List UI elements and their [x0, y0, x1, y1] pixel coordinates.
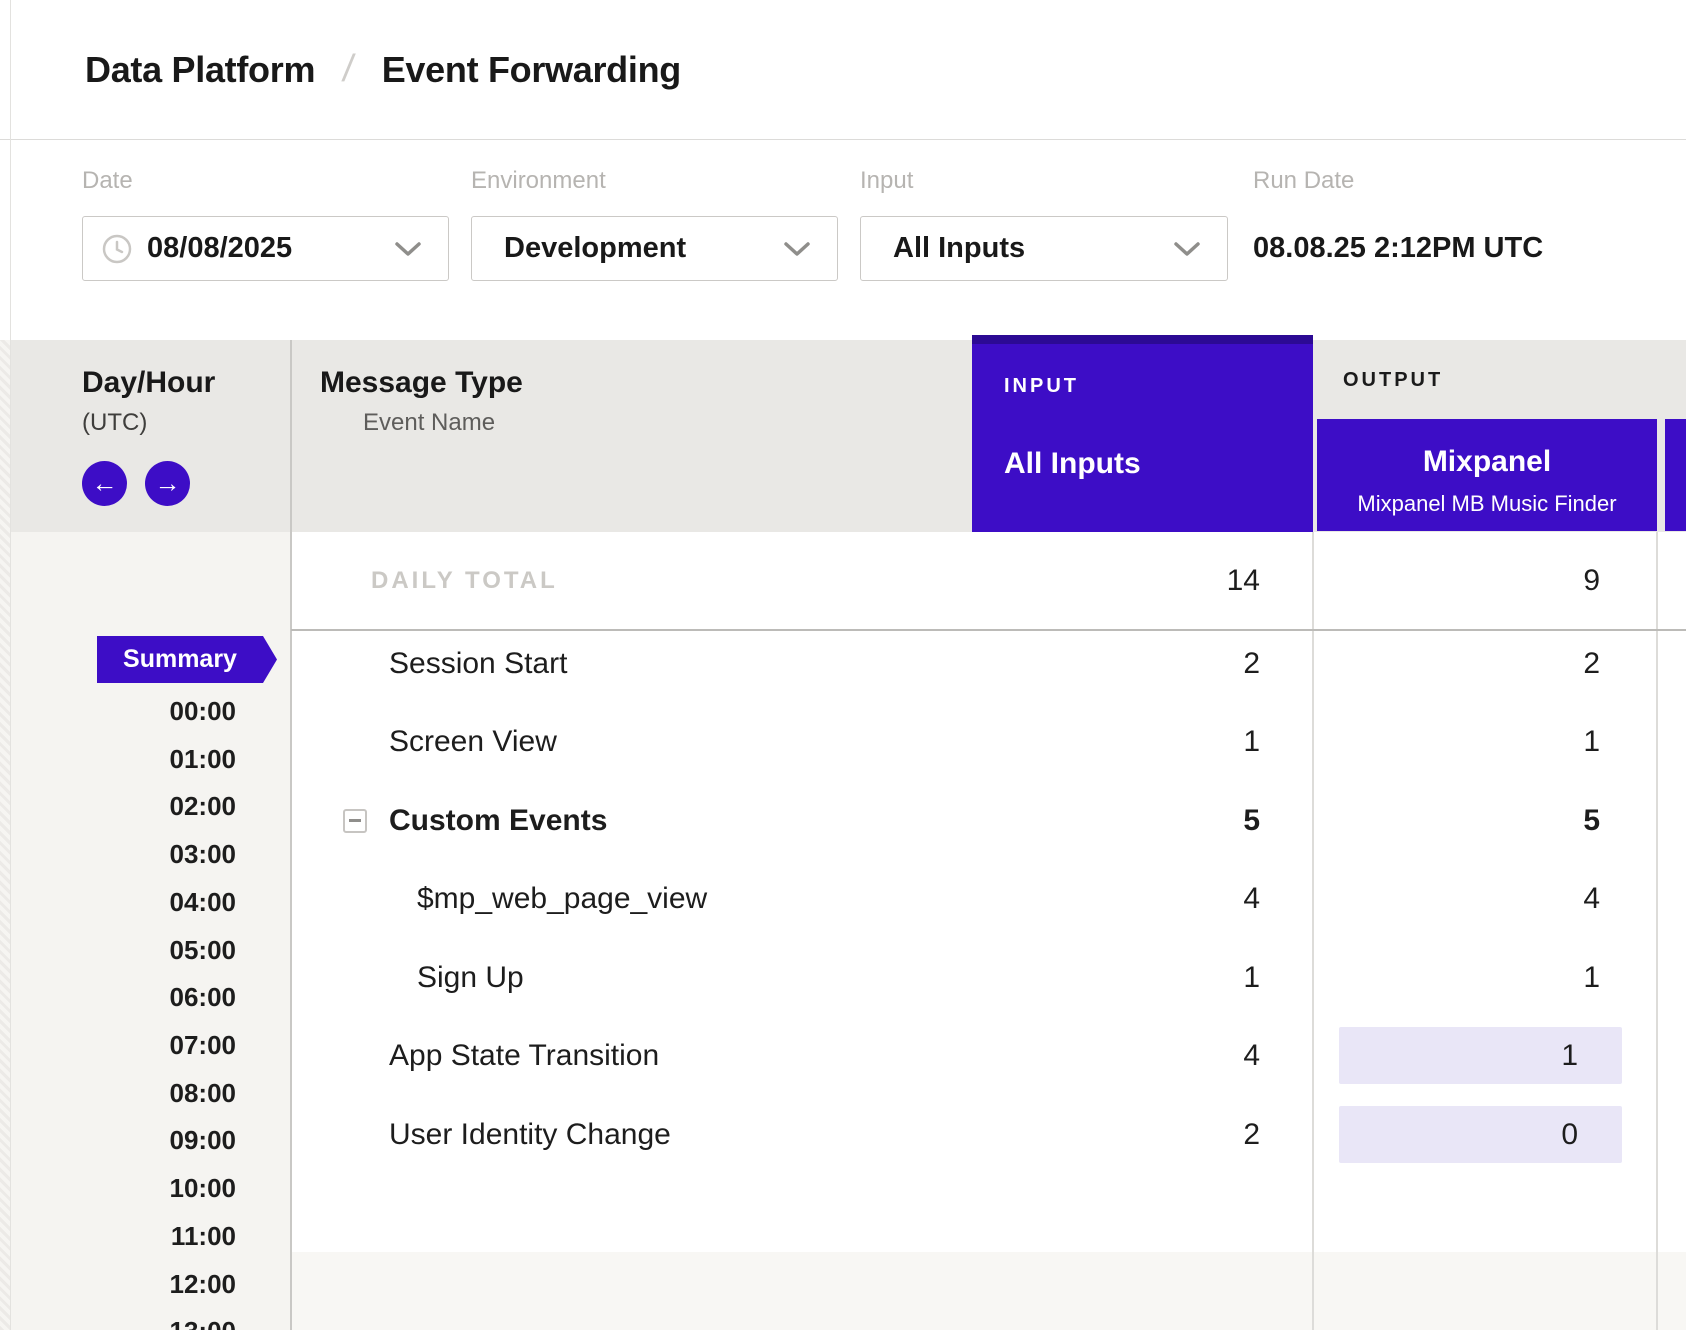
- chevron-down-icon: [1173, 241, 1201, 257]
- daily-total-label: DAILY TOTAL: [371, 567, 558, 595]
- hour-label[interactable]: 12:00: [11, 1264, 236, 1304]
- chevron-down-icon: [394, 241, 422, 257]
- mixpanel-column-header[interactable]: Mixpanel Mixpanel MB Music Finder: [1317, 419, 1657, 531]
- hour-label[interactable]: 04:00: [11, 882, 236, 922]
- breadcrumb-page-title: Event Forwarding: [382, 49, 681, 91]
- hour-label[interactable]: 01:00: [11, 739, 236, 779]
- input-column-top-strip: [972, 335, 1313, 344]
- breadcrumb-section-link[interactable]: Data Platform: [85, 49, 315, 91]
- arrow-right-icon: →: [155, 468, 181, 499]
- input-cell-value: 2: [972, 1118, 1260, 1152]
- utc-label: (UTC): [82, 409, 147, 437]
- row-label: User Identity Change: [389, 1118, 671, 1152]
- input-cell-value: 2: [972, 647, 1260, 681]
- row-label: App State Transition: [389, 1039, 659, 1073]
- hour-label[interactable]: 02:00: [11, 786, 236, 826]
- chevron-down-icon: [783, 241, 811, 257]
- table-row: Sign Up 1 1: [291, 939, 1686, 1017]
- run-date-value: 08.08.25 2:12PM UTC: [1253, 232, 1543, 265]
- input-column-header[interactable]: INPUT All Inputs: [972, 335, 1313, 532]
- row-label: Session Start: [389, 647, 567, 681]
- table-row: $mp_web_page_view 4 4: [291, 860, 1686, 938]
- mixpanel-column-name: Mixpanel: [1317, 445, 1657, 479]
- prev-day-button[interactable]: ←: [82, 461, 127, 506]
- output-cell-value: 4: [1317, 882, 1600, 916]
- table-row: Session Start 2 2: [291, 625, 1686, 703]
- input-filter-value: All Inputs: [893, 232, 1025, 265]
- environment-filter-dropdown[interactable]: Development: [471, 216, 838, 281]
- table-row: Screen View 1 1: [291, 703, 1686, 781]
- date-filter-label: Date: [82, 167, 133, 195]
- row-label: $mp_web_page_view: [417, 882, 707, 916]
- run-date-label: Run Date: [1253, 167, 1354, 195]
- event-name-subheader: Event Name: [363, 409, 495, 437]
- hour-label[interactable]: 06:00: [11, 977, 236, 1017]
- table-row: App State Transition 4 1: [291, 1017, 1686, 1095]
- breadcrumb: Data Platform / Event Forwarding: [85, 0, 681, 139]
- row-label: Custom Events: [389, 804, 607, 838]
- hour-label[interactable]: 13:00: [11, 1311, 236, 1330]
- table-row: User Identity Change 2 0: [291, 1096, 1686, 1174]
- environment-filter-value: Development: [504, 232, 686, 265]
- date-filter-dropdown[interactable]: 08/08/2025: [82, 216, 449, 281]
- row-label: Sign Up: [417, 961, 524, 995]
- message-type-header: Message Type: [320, 366, 523, 400]
- hour-label[interactable]: 11:00: [11, 1216, 236, 1256]
- environment-filter-label: Environment: [471, 167, 606, 195]
- summary-badge[interactable]: Summary: [97, 636, 277, 683]
- collapse-toggle-minus-icon[interactable]: [343, 809, 367, 833]
- output-cell-value: 0: [1317, 1118, 1578, 1152]
- output-section-label: OUTPUT: [1343, 369, 1443, 392]
- hour-label[interactable]: 05:00: [11, 930, 236, 970]
- arrow-left-icon: ←: [92, 468, 118, 499]
- date-filter-value: 08/08/2025: [147, 232, 292, 265]
- input-column-name: All Inputs: [1004, 447, 1141, 481]
- event-forwarding-screen: Data Platform / Event Forwarding Date En…: [0, 0, 1686, 1330]
- input-cell-value: 4: [972, 1039, 1260, 1073]
- left-hatch-strip: [0, 340, 10, 1330]
- input-cell-value: 1: [972, 961, 1260, 995]
- output-cell-value: 1: [1317, 961, 1600, 995]
- breadcrumb-separator: /: [340, 48, 357, 91]
- hour-label[interactable]: 09:00: [11, 1120, 236, 1160]
- hour-label[interactable]: 00:00: [11, 691, 236, 731]
- mixpanel-column-subname: Mixpanel MB Music Finder: [1317, 491, 1657, 517]
- next-day-button[interactable]: →: [145, 461, 190, 506]
- day-hour-header: Day/Hour: [82, 366, 215, 400]
- output-cell-value: 1: [1317, 725, 1600, 759]
- output-cell-value: 2: [1317, 647, 1600, 681]
- daily-total-input-value: 14: [972, 564, 1260, 598]
- input-section-label: INPUT: [1004, 375, 1079, 398]
- row-label: Screen View: [389, 725, 557, 759]
- hour-label[interactable]: 07:00: [11, 1025, 236, 1065]
- clock-icon: [101, 233, 133, 265]
- daily-total-output-value: 9: [1317, 564, 1600, 598]
- hour-label[interactable]: 10:00: [11, 1168, 236, 1208]
- input-filter-label: Input: [860, 167, 913, 195]
- grid-footer-background: [291, 1252, 1686, 1330]
- input-cell-value: 5: [972, 804, 1260, 838]
- daily-total-row: DAILY TOTAL 14 9: [291, 532, 1686, 629]
- input-filter-dropdown[interactable]: All Inputs: [860, 216, 1228, 281]
- output-cell-value: 5: [1317, 804, 1600, 838]
- hour-label[interactable]: 08:00: [11, 1073, 236, 1113]
- hour-label[interactable]: 03:00: [11, 834, 236, 874]
- table-row: Custom Events 5 5: [291, 782, 1686, 860]
- input-cell-value: 1: [972, 725, 1260, 759]
- next-output-column-partial: [1665, 419, 1686, 531]
- input-cell-value: 4: [972, 882, 1260, 916]
- output-cell-value: 1: [1317, 1039, 1578, 1073]
